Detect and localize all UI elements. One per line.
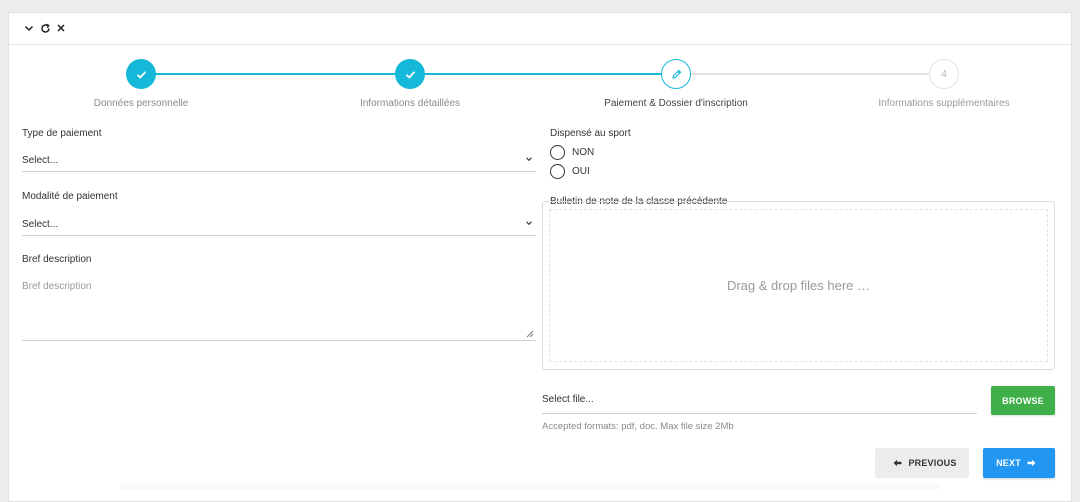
step-1-label: Données personnelle (93, 98, 189, 109)
previous-button[interactable]: PREVIOUS (875, 448, 969, 478)
dropzone-text: Drag & drop files here … (726, 278, 871, 293)
step-2-label: Informations détaillées (359, 98, 461, 109)
description-placeholder: Bref description (22, 281, 92, 292)
card-header (9, 13, 1071, 45)
sport-option-non[interactable]: NON (550, 145, 594, 160)
payment-mode-label: Modalité de paiement (22, 191, 118, 202)
payment-mode-value: Select... (22, 219, 59, 230)
accepted-formats-hint: Accepted formats: pdf, doc. Max file siz… (542, 421, 734, 432)
sport-label: Dispensé au sport (550, 128, 631, 139)
close-icon[interactable] (54, 21, 68, 35)
dropzone-area[interactable]: Drag & drop files here … (549, 209, 1048, 362)
description-label: Bref description (22, 254, 92, 265)
step-3-circle[interactable] (661, 59, 691, 89)
step-2-circle[interactable] (395, 59, 425, 89)
step-4-label: Informations supplémentaires (878, 98, 1010, 109)
step-4-circle[interactable]: 4 (929, 59, 959, 89)
step-4-number: 4 (941, 68, 947, 80)
check-icon (405, 70, 415, 79)
sport-option-oui[interactable]: OUI (550, 164, 590, 179)
step-connector-3 (690, 73, 930, 75)
next-label: NEXT (996, 458, 1021, 468)
bottom-strip (120, 483, 940, 490)
description-textarea[interactable]: Bref description (22, 281, 536, 341)
sport-option-non-label: NON (572, 147, 595, 158)
payment-type-value: Select... (22, 155, 59, 166)
radio-button[interactable] (550, 164, 565, 179)
resize-grip-icon[interactable] (526, 330, 534, 338)
pencil-icon (671, 69, 681, 79)
next-button[interactable]: NEXT (983, 448, 1055, 478)
refresh-icon[interactable] (38, 21, 52, 35)
step-connector-1 (147, 73, 396, 75)
step-3-label: Paiement & Dossier d'inscription (604, 98, 748, 109)
file-caption-input[interactable]: Select file... (542, 388, 977, 414)
check-icon (136, 70, 146, 79)
file-dropzone[interactable]: Drag & drop files here … (542, 201, 1055, 370)
step-connector-2 (424, 73, 662, 75)
arrow-left-icon (893, 459, 902, 467)
payment-type-select[interactable]: Select... (22, 152, 536, 172)
previous-label: PREVIOUS (908, 458, 957, 468)
chevron-down-icon (526, 221, 532, 226)
chevron-down-icon[interactable] (22, 21, 36, 35)
step-1-circle[interactable] (126, 59, 156, 89)
browse-button[interactable]: BROWSE (991, 386, 1055, 415)
arrow-right-icon (1027, 459, 1036, 467)
file-caption-value: Select file... (542, 394, 594, 405)
payment-mode-select[interactable]: Select... (22, 216, 536, 236)
radio-button[interactable] (550, 145, 565, 160)
chevron-down-icon (526, 157, 532, 162)
sport-option-oui-label: OUI (572, 166, 590, 177)
payment-type-label: Type de paiement (22, 128, 102, 139)
